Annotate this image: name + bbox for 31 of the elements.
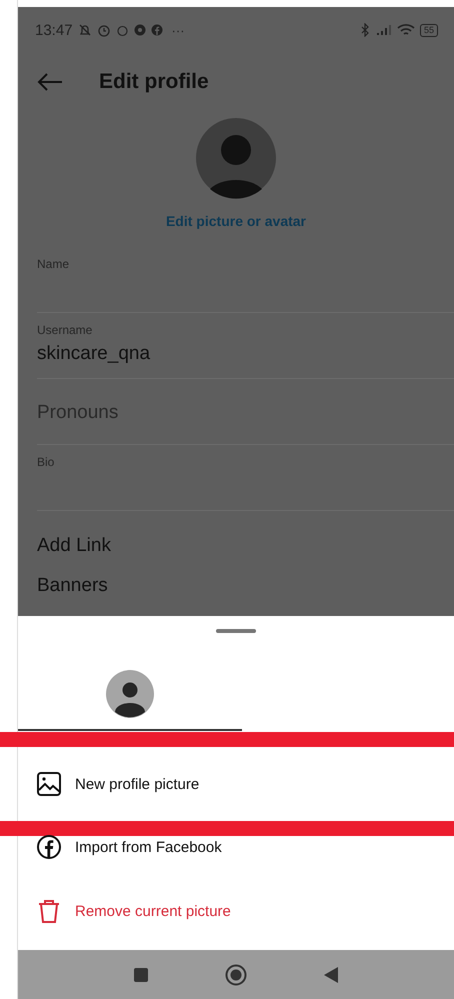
clock-time: 13:47 (35, 22, 73, 38)
picture-icon (37, 772, 61, 796)
field-label: Username (37, 323, 92, 337)
menu-item[interactable]: New profile picture (75, 776, 200, 792)
menu-item[interactable]: Remove current picture (75, 902, 231, 920)
drag-handle[interactable] (216, 629, 256, 633)
field-value[interactable]: skincare_qna (37, 343, 150, 365)
menu-row[interactable]: Banners (37, 557, 454, 597)
home-icon[interactable] (225, 964, 247, 986)
avatar-silhouette-icon (195, 117, 277, 199)
bluetooth-icon (358, 23, 371, 37)
field-label: Bio (37, 455, 54, 469)
signal-icon (376, 24, 392, 36)
menu-item[interactable]: Import from Facebook (75, 838, 222, 856)
wifi-icon (396, 23, 415, 37)
avatar-silhouette-icon (106, 670, 154, 718)
battery-indicator: 55 (420, 24, 438, 36)
facebook-icon (150, 24, 163, 36)
more-notifications: ··· (172, 22, 185, 38)
back-arrow-icon[interactable] (37, 73, 63, 91)
menu-row[interactable]: Add Link (37, 511, 454, 557)
trash-icon (37, 899, 61, 923)
avatar-tab[interactable] (18, 670, 242, 731)
back-icon[interactable] (323, 966, 339, 984)
field-label: Name (37, 257, 70, 271)
facebook-icon (37, 835, 61, 859)
recents-icon[interactable] (133, 966, 149, 982)
screen-title: Edit profile (99, 70, 209, 94)
edit-picture-link[interactable]: Edit picture or avatar (166, 213, 306, 229)
muted-bell-icon (78, 23, 92, 37)
browser-icon (134, 24, 146, 36)
